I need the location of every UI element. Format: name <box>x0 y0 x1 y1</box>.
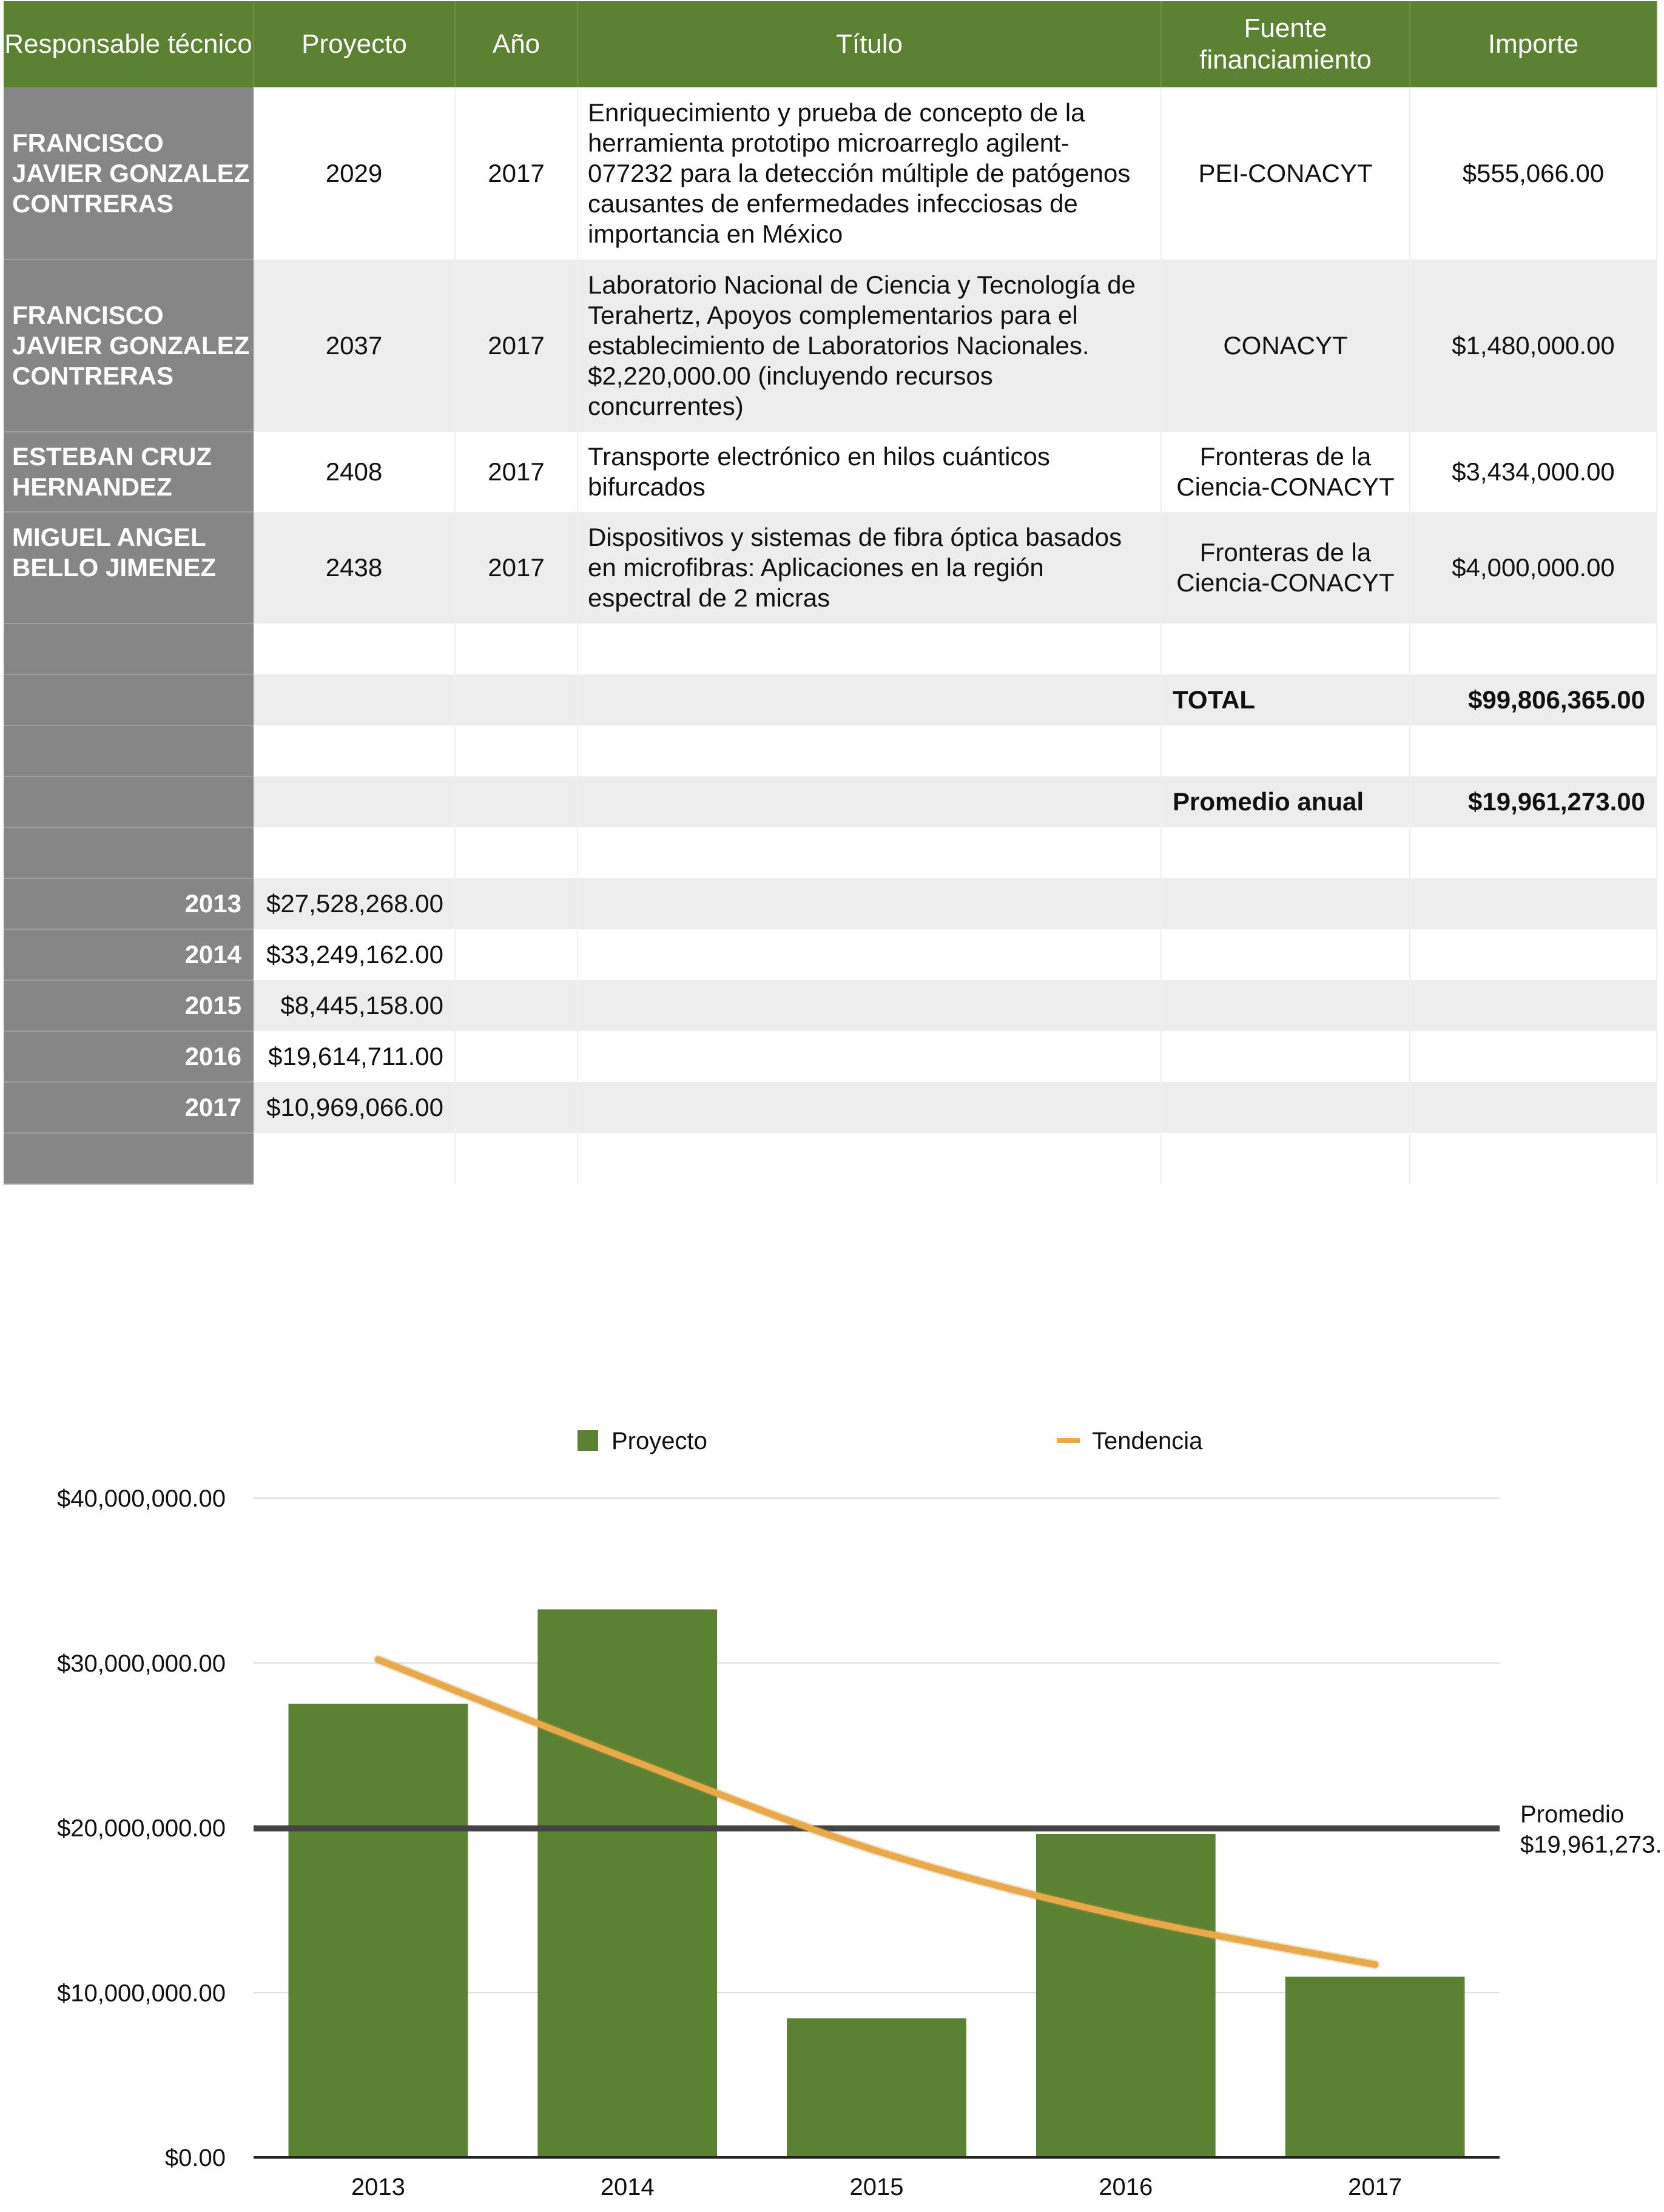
year-row: 2014 $33,249,162.00 <box>4 929 1657 981</box>
table-row: MIGUEL ANGEL BELLO JIMENEZ 2438 2017 Dis… <box>4 512 1657 624</box>
x-tick-label: 2017 <box>1348 2174 1402 2200</box>
promedio-value: $19,961,273.00 <box>1410 776 1657 827</box>
row-responsable: FRANCISCO JAVIER GONZALEZ CONTRERAS <box>4 87 254 260</box>
header-responsable: Responsable técnico <box>4 1 254 87</box>
row-importe: $555,066.00 <box>1410 87 1657 260</box>
y-tick-label: $20,000,000.00 <box>57 1815 226 1842</box>
legend-label-tendencia: Tendencia <box>1092 1428 1203 1454</box>
year-row: 2015 $8,445,158.00 <box>4 980 1657 1032</box>
row-fuente: Fronteras de la Ciencia-CONACYT <box>1161 432 1410 512</box>
header-anio: Año <box>455 1 578 87</box>
legend-swatch-proyecto <box>578 1430 598 1451</box>
year-row: 2017 $10,969,066.00 <box>4 1082 1657 1134</box>
row-importe: $4,000,000.00 <box>1410 512 1657 624</box>
empty-row <box>4 624 1657 675</box>
year-amount: $10,969,066.00 <box>254 1082 456 1133</box>
x-tick-label: 2013 <box>351 2174 405 2200</box>
x-tick-label: 2016 <box>1099 2174 1153 2200</box>
x-tick-label: 2015 <box>850 2174 904 2200</box>
row-importe: $1,480,000.00 <box>1410 260 1657 432</box>
y-tick-label: $30,000,000.00 <box>57 1650 226 1677</box>
year-label: 2014 <box>4 929 254 981</box>
bar <box>1285 1976 1465 2157</box>
row-titulo: Enriquecimiento y prueba de concepto de … <box>578 87 1162 260</box>
table-header-row: Responsable técnico Proyecto Año Título … <box>4 1 1657 87</box>
row-anio: 2017 <box>455 87 578 260</box>
table-row: ESTEBAN CRUZ HERNANDEZ 2408 2017 Transpo… <box>4 432 1657 513</box>
promedio-label: Promedio anual <box>1161 776 1410 827</box>
header-proyecto: Proyecto <box>254 1 456 87</box>
row-responsable: ESTEBAN CRUZ HERNANDEZ <box>4 432 254 513</box>
row-responsable: MIGUEL ANGEL BELLO JIMENEZ <box>4 512 254 624</box>
year-amount: $19,614,711.00 <box>254 1031 456 1082</box>
trend-line-shadow <box>373 1655 1380 1970</box>
average-label: Promedio <box>1520 1801 1624 1828</box>
y-tick-label: $40,000,000.00 <box>57 1485 226 1512</box>
total-row: TOTAL $99,806,365.00 <box>4 674 1657 726</box>
row-proyecto: 2438 <box>254 512 456 624</box>
trend-line <box>374 1656 1379 1968</box>
row-fuente: CONACYT <box>1161 260 1410 432</box>
row-titulo: Laboratorio Nacional de Ciencia y Tecnol… <box>578 260 1162 432</box>
header-titulo: Título <box>578 1 1162 87</box>
year-amount: $27,528,268.00 <box>254 878 456 929</box>
bar <box>537 1609 718 2157</box>
legend-label-proyecto: Proyecto <box>611 1428 707 1454</box>
empty-row <box>4 827 1657 879</box>
bar <box>787 2018 966 2157</box>
year-amount: $8,445,158.00 <box>254 980 456 1031</box>
header-importe: Importe <box>1410 1 1657 87</box>
year-row: 2016 $19,614,711.00 <box>4 1031 1657 1083</box>
total-value: $99,806,365.00 <box>1410 674 1657 725</box>
row-anio: 2017 <box>455 512 578 624</box>
row-proyecto: 2408 <box>254 432 456 512</box>
funding-chart: $0.00 $10,000,000.00 $20,000,000.00 $30,000… <box>57 1428 1662 2200</box>
header-fuente: Fuente financiamiento <box>1161 1 1410 87</box>
bar <box>1036 1834 1216 2157</box>
row-anio: 2017 <box>455 260 578 432</box>
empty-row <box>4 725 1657 777</box>
average-value-label: $19,961,273. <box>1520 1832 1662 1858</box>
row-titulo: Transporte electrónico en hilos cuántico… <box>578 432 1162 512</box>
x-tick-label: 2014 <box>601 2174 655 2200</box>
y-tick-label: $10,000,000.00 <box>57 1980 226 2006</box>
year-row: 2013 $27,528,268.00 <box>4 878 1657 930</box>
row-responsable: FRANCISCO JAVIER GONZALEZ CONTRERAS <box>4 260 254 432</box>
row-fuente: Fronteras de la Ciencia-CONACYT <box>1161 512 1410 624</box>
total-label: TOTAL <box>1161 674 1410 725</box>
row-anio: 2017 <box>455 432 578 512</box>
row-proyecto: 2037 <box>254 260 456 432</box>
year-label: 2015 <box>4 980 254 1032</box>
row-importe: $3,434,000.00 <box>1410 432 1657 512</box>
table-row: FRANCISCO JAVIER GONZALEZ CONTRERAS 2029… <box>4 87 1657 260</box>
bar <box>288 1703 468 2157</box>
y-tick-label: $0.00 <box>165 2145 226 2171</box>
year-label: 2017 <box>4 1082 254 1134</box>
year-amount: $33,249,162.00 <box>254 929 456 980</box>
year-label: 2016 <box>4 1031 254 1083</box>
table-row: FRANCISCO JAVIER GONZALEZ CONTRERAS 2037… <box>4 260 1657 432</box>
promedio-row: Promedio anual $19,961,273.00 <box>4 776 1657 828</box>
project-table: Responsable técnico Proyecto Año Título … <box>4 1 1657 1185</box>
row-titulo: Dispositivos y sistemas de fibra óptica … <box>578 512 1162 624</box>
row-fuente: PEI-CONACYT <box>1161 87 1410 260</box>
empty-row <box>4 1133 1657 1185</box>
row-proyecto: 2029 <box>254 87 456 260</box>
year-label: 2013 <box>4 878 254 930</box>
